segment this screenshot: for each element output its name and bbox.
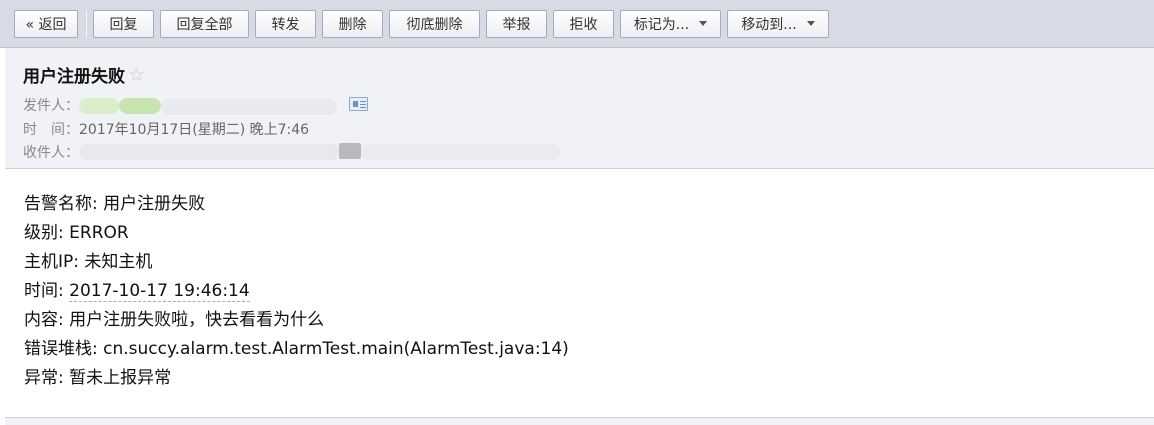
reply-all-button[interactable]: 回复全部 [160, 9, 249, 38]
stack-label: 错误堆栈: [24, 339, 104, 359]
body-bottom-divider [5, 417, 1154, 425]
chevron-down-icon [699, 21, 708, 26]
recipient-redacted [79, 144, 339, 160]
host-value: 未知主机 [84, 252, 153, 272]
body-time-label: 时间: [24, 281, 70, 301]
time-label: 时 间： [23, 122, 79, 138]
subject-text: 用户注册失败 [23, 67, 125, 87]
recipient-label: 收件人： [23, 145, 79, 161]
message-value: 用户注册失败啦，快去看看为什么 [69, 310, 325, 330]
stack-line: 错误堆栈: cn.succy.alarm.test.AlarmTest.main… [24, 335, 569, 364]
host-label: 主机IP: [24, 252, 85, 272]
time-row: 时 间：2017年10月17日(星期二) 晚上7:46 [23, 119, 309, 139]
mark-as-label: 标记为... [633, 16, 690, 33]
mail-subject: 用户注册失败 ☆ [23, 62, 145, 88]
alert-name-line: 告警名称: 用户注册失败 [24, 190, 569, 219]
alert-name-value: 用户注册失败 [103, 194, 206, 214]
chevron-down-icon [806, 21, 815, 26]
sender-label: 发件人： [23, 98, 79, 114]
mail-toolbar: « 返回 回复 回复全部 转发 删除 彻底删除 举报 拒收 标记为... 移动到… [0, 0, 1154, 48]
reject-button[interactable]: 拒收 [553, 9, 614, 38]
sender-name-redacted [119, 98, 161, 114]
reply-button[interactable]: 回复 [93, 9, 154, 38]
body-time-value[interactable]: 2017-10-17 19:46:14 [69, 281, 250, 302]
report-button[interactable]: 举报 [486, 9, 547, 38]
level-label: 级别: [24, 223, 70, 243]
message-line: 内容: 用户注册失败啦，快去看看为什么 [24, 306, 569, 335]
sender-row: 发件人： [23, 95, 79, 115]
recipient-redacted [361, 144, 561, 160]
move-to-dropdown[interactable]: 移动到... [727, 9, 829, 38]
level-value: ERROR [69, 223, 129, 243]
stack-value: cn.succy.alarm.test.AlarmTest.main(Alarm… [103, 339, 569, 359]
star-icon[interactable]: ☆ [128, 64, 145, 86]
forward-button[interactable]: 转发 [255, 9, 316, 38]
sender-name-redacted [79, 98, 119, 114]
recipient-redacted [339, 143, 361, 159]
delete-button[interactable]: 删除 [322, 9, 383, 38]
mail-body: 告警名称: 用户注册失败 级别: ERROR 主机IP: 未知主机 时间: 20… [24, 190, 569, 393]
delete-forever-button[interactable]: 彻底删除 [389, 9, 480, 38]
move-to-label: 移动到... [741, 16, 797, 33]
alert-name-label: 告警名称: [24, 194, 104, 214]
message-label: 内容: [24, 310, 70, 330]
mail-header: 用户注册失败 ☆ 发件人： 时 间：2017年10月17日(星期二) 晚上7:4… [5, 48, 1154, 169]
contact-card-icon[interactable] [349, 97, 368, 111]
sender-address-redacted [161, 99, 337, 115]
mark-as-dropdown[interactable]: 标记为... [620, 9, 721, 38]
time-line: 时间: 2017-10-17 19:46:14 [24, 277, 569, 306]
host-line: 主机IP: 未知主机 [24, 248, 569, 277]
exception-label: 异常: [24, 368, 70, 388]
exception-value: 暂未上报异常 [69, 368, 172, 388]
back-button[interactable]: « 返回 [14, 9, 78, 38]
toolbar-separator [86, 9, 87, 38]
time-value: 2017年10月17日(星期二) 晚上7:46 [79, 122, 310, 138]
exception-line: 异常: 暂未上报异常 [24, 364, 569, 393]
level-line: 级别: ERROR [24, 219, 569, 248]
recipient-row: 收件人： [23, 142, 79, 162]
